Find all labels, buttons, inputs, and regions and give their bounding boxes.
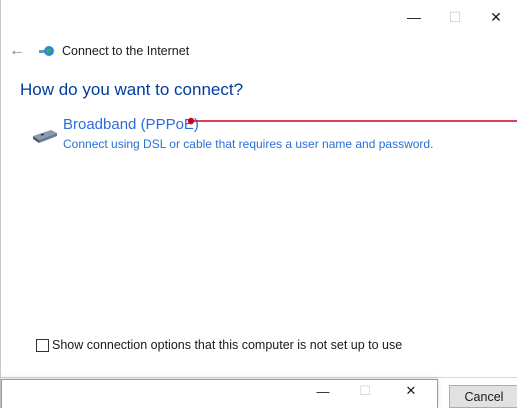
show-options-checkbox-label[interactable]: Show connection options that this comput… [52, 338, 402, 352]
show-options-checkbox[interactable] [36, 339, 49, 352]
minimize-button[interactable]: — [394, 0, 434, 34]
connect-to-internet-window: — ☐ ✕ ← Connect to the Internet How do y… [0, 0, 517, 408]
window-title: Connect to the Internet [62, 44, 190, 58]
back-arrow-icon[interactable]: ← [9, 41, 29, 61]
page-heading: How do you want to connect? [20, 80, 244, 99]
footer-divider [1, 377, 517, 378]
cancel-button[interactable]: Cancel [449, 385, 517, 408]
title-bar: — ☐ ✕ [1, 0, 517, 34]
popup-close-button[interactable]: ✕ [393, 380, 429, 402]
navigation-bar: ← Connect to the Internet [1, 38, 517, 66]
option-description[interactable]: Connect using DSL or cable that requires… [63, 137, 433, 151]
annotation-pointer [187, 117, 517, 125]
option-title[interactable]: Broadband (PPPoE) [63, 116, 199, 133]
network-adapter-icon [33, 130, 57, 143]
maximize-button: ☐ [448, 8, 462, 25]
globe-network-icon [39, 46, 54, 56]
popup-maximize-button: ☐ [359, 383, 371, 398]
close-button[interactable]: ✕ [476, 0, 516, 34]
overlapping-window-titlebar: — ☐ ✕ [1, 379, 438, 408]
popup-minimize-button[interactable]: — [305, 380, 341, 402]
